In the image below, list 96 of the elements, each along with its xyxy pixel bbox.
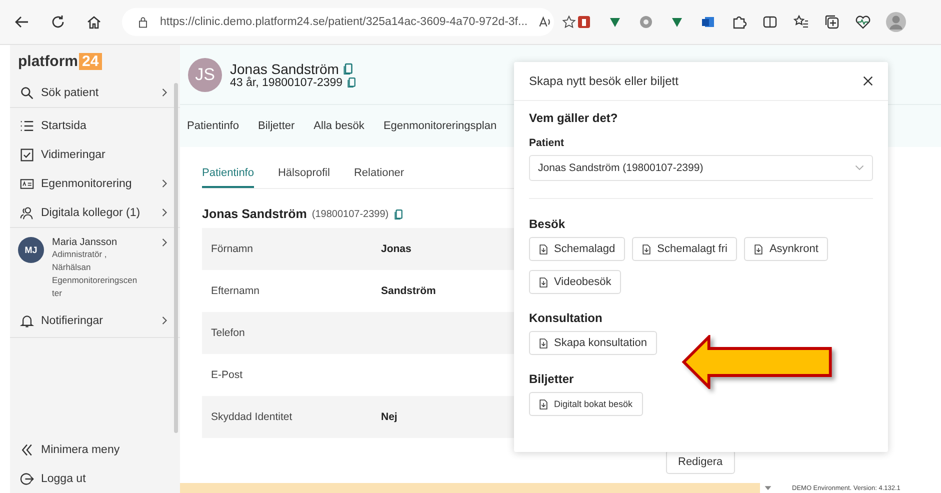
chevron-right-icon (161, 207, 168, 218)
sidebar-item[interactable]: Vidimeringar (10, 140, 180, 169)
profile-icon[interactable] (886, 12, 906, 32)
create-button[interactable]: Digitalt bokat besök (529, 392, 643, 416)
lock-icon (136, 15, 150, 29)
url-text: https://clinic.demo.platform24.se/patient/325a14ac-3609-4a70-972d-3f... (160, 16, 528, 28)
field-label: Patient (529, 137, 566, 149)
field-label: Telefon (211, 327, 246, 339)
sidebar-item[interactable]: Logga ut (10, 464, 180, 493)
question-heading: Vem gäller det? (529, 111, 619, 125)
extension-icon[interactable] (576, 14, 592, 30)
tab[interactable]: Biljetter (258, 116, 295, 136)
chevron-right-icon (161, 87, 168, 98)
create-button[interactable]: Schemalagt fri (632, 237, 738, 261)
sidebar-item[interactable]: Minimera meny (10, 435, 180, 464)
caret-down-icon[interactable] (764, 486, 772, 490)
sidebar-item[interactable]: Notifieringar (10, 306, 180, 335)
create-button[interactable]: Skapa konsultation (529, 331, 657, 355)
chevron-down-icon (855, 165, 864, 171)
document-icon (539, 398, 548, 410)
document-icon (642, 244, 652, 254)
group-heading: Besök (529, 217, 566, 231)
field-label: Förnamn (211, 243, 254, 255)
user-role: ter (52, 287, 63, 300)
field-value: Jonas (381, 243, 412, 255)
double-chevron-left-icon (20, 442, 34, 456)
create-button[interactable]: Asynkront (744, 237, 828, 261)
document-icon (539, 338, 548, 348)
user-menu[interactable]: MJ Maria Jansson Adimnistratör , Närhälsan Egenmonitoreringscen ter (10, 231, 180, 306)
copy-icon[interactable] (342, 62, 353, 74)
chevron-right-icon (161, 237, 168, 248)
id-card-icon (20, 176, 34, 190)
group-heading: Biljetter (529, 372, 575, 386)
tab[interactable]: Patientinfo (187, 116, 239, 136)
field-label: Skyddad Identitet (211, 411, 294, 423)
create-button[interactable]: Videobesök (529, 270, 622, 294)
field-value: Sandström (381, 285, 436, 297)
document-icon (754, 244, 764, 254)
field-label: Efternamn (211, 285, 260, 297)
checkbox-icon (20, 148, 34, 162)
split-screen-icon[interactable] (762, 14, 778, 30)
user-role: Egenmonitoreringscen (52, 274, 138, 287)
group-heading: Konsultation (529, 311, 604, 325)
chevron-right-icon (161, 315, 168, 326)
edit-button[interactable]: Redigera (666, 450, 735, 474)
patient-name: Jonas Sandström (230, 60, 339, 76)
home-icon[interactable] (86, 14, 102, 30)
patient-select[interactable]: Jonas Sandström (19800107-2399) (529, 155, 873, 181)
user-role: Adimnistratör , (52, 248, 108, 261)
create-button[interactable]: Schemalagd (529, 237, 626, 261)
chevron-right-icon (161, 178, 168, 189)
platform24-logo: platform 24 (10, 53, 180, 78)
back-icon[interactable] (14, 14, 30, 30)
tab[interactable]: Patientinfo (202, 161, 254, 188)
tab[interactable]: Alla besök (314, 116, 364, 136)
sidebar-label: Digitala kollegor (1) (41, 206, 142, 218)
sidebar-label: Sök patient (41, 86, 100, 98)
tab[interactable]: Hälsoprofil (278, 161, 330, 188)
list-icon (20, 118, 34, 132)
patient-avatar: JS (188, 58, 222, 92)
close-icon[interactable] (863, 76, 873, 86)
people-icon (20, 206, 34, 220)
sidebar-label: Vidimeringar (41, 148, 106, 160)
search-icon (20, 86, 34, 100)
copy-icon[interactable] (346, 77, 356, 88)
scrollbar[interactable] (174, 83, 178, 433)
sidebar-label: Notifieringar (41, 314, 104, 326)
sidebar-label: Minimera meny (41, 444, 121, 456)
puzzle-icon[interactable] (731, 14, 747, 30)
sidebar-item[interactable]: Egenmonitorering (10, 169, 180, 198)
sidebar-label: Startsida (41, 120, 88, 132)
user-avatar: MJ (18, 237, 44, 263)
logout-icon (20, 472, 34, 486)
section-title: Jonas Sandström (202, 207, 307, 221)
sidebar-label: Egenmonitorering (41, 178, 133, 190)
user-name: Maria Jansson (52, 237, 118, 248)
heart-pulse-icon[interactable] (855, 14, 871, 30)
document-icon (539, 276, 548, 288)
reload-icon[interactable] (50, 14, 66, 30)
tab[interactable]: Relationer (354, 161, 404, 188)
field-label: E-Post (211, 369, 244, 381)
copy-icon[interactable] (394, 208, 403, 220)
field-value: Nej (381, 411, 398, 423)
user-role: Närhälsan (52, 261, 92, 274)
document-icon (539, 244, 548, 254)
patient-details: 43 år, 19800107-2399 (230, 76, 343, 88)
personal-number: (19800107-2399) (312, 208, 389, 220)
sidebar-label: Logga ut (41, 472, 87, 484)
collections-icon[interactable] (824, 14, 840, 30)
bell-icon (20, 314, 34, 328)
read-aloud-icon[interactable] (538, 15, 552, 29)
star-icon[interactable] (562, 15, 576, 29)
favorites-icon[interactable] (793, 14, 809, 30)
sidebar-item[interactable]: Startsida (10, 111, 180, 140)
tab[interactable]: Egenmonitoreringsplan (383, 116, 497, 136)
dialog-title: Skapa nytt besök eller biljett (529, 74, 678, 88)
